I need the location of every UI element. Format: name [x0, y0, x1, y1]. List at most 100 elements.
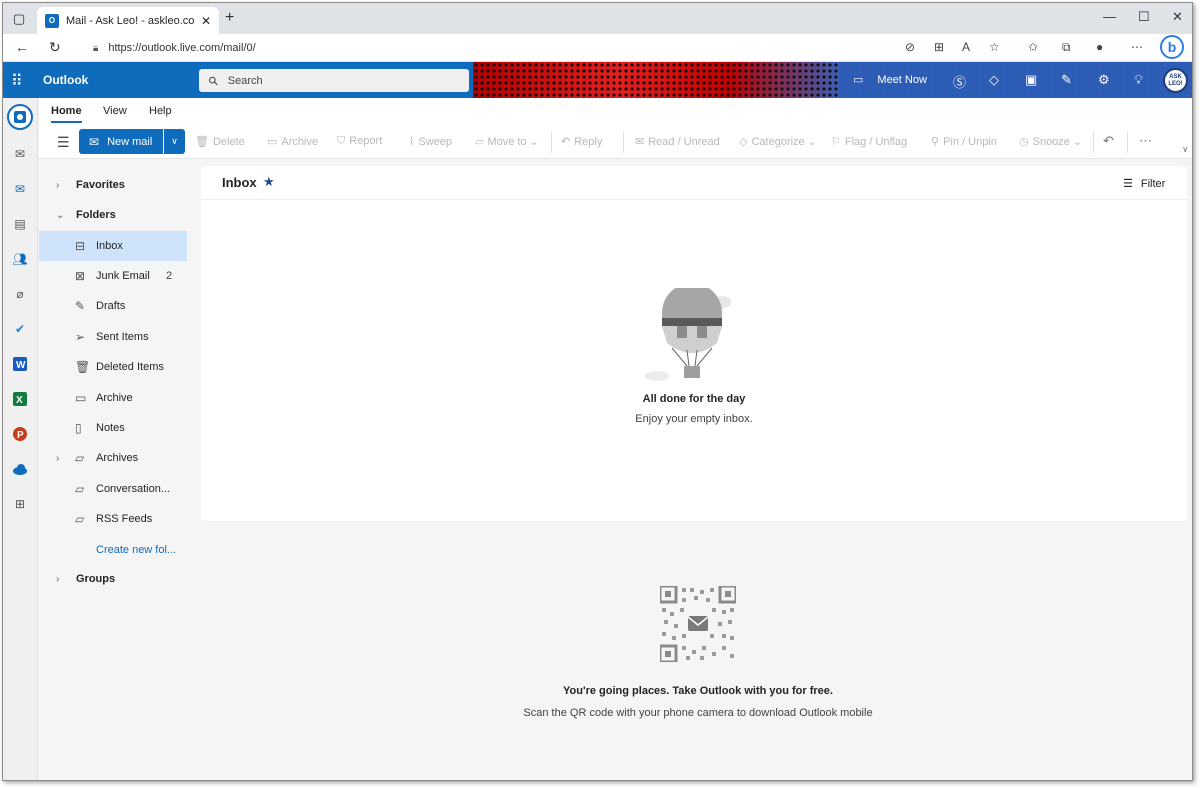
flag-icon: ⚐	[831, 136, 841, 148]
tab-actions-icon[interactable]: ▢	[13, 11, 25, 27]
move-to-button[interactable]: ▱ Move to ⌄	[475, 135, 539, 148]
send-icon: ➢	[75, 330, 86, 344]
folder-notes[interactable]: ▯ Notes	[39, 413, 187, 443]
categorize-button[interactable]: ◇ Categorize ⌄	[739, 135, 817, 148]
filter-button[interactable]: ☰ Filter	[1123, 177, 1165, 190]
shield-icon: ⛉	[337, 135, 346, 147]
folder-junk-email[interactable]: ⊠ Junk Email 2	[39, 261, 187, 291]
onedrive-icon[interactable]	[12, 461, 28, 477]
maximize-icon[interactable]: ☐	[1138, 9, 1150, 25]
my-day-icon[interactable]: ✎	[1061, 72, 1072, 88]
undo-icon[interactable]: ↶	[1103, 133, 1114, 149]
premium-diamond-icon[interactable]: ◇	[989, 72, 999, 88]
pencil-icon: ✎	[75, 299, 86, 313]
flag-button[interactable]: ⚐ Flag / Unflag	[831, 135, 907, 148]
office-icon[interactable]: ▣	[1025, 72, 1037, 88]
delete-button[interactable]: 🗑︎ Delete	[195, 135, 245, 148]
hamburger-menu-icon[interactable]: ☰	[57, 134, 70, 151]
app-launcher-icon[interactable]: ⠿	[11, 71, 23, 91]
powerpoint-icon[interactable]: P	[12, 426, 28, 442]
collections-icon[interactable]: ⧉	[1062, 40, 1071, 55]
favorites-header[interactable]: › Favorites	[39, 170, 187, 200]
divider	[623, 131, 624, 153]
folder-icon: ▱	[75, 512, 85, 526]
tab-view[interactable]: View	[103, 105, 127, 117]
more-options-icon[interactable]: ⋯	[1131, 40, 1143, 54]
read-unread-button[interactable]: ✉ Read / Unread	[635, 135, 720, 148]
close-tab-icon[interactable]: ✕	[201, 14, 211, 28]
envelope-open-icon: ✉	[635, 136, 645, 148]
address-bar[interactable]: 🔒︎ https://outlook.live.com/mail/0/	[83, 37, 1013, 59]
url-text: https://outlook.live.com/mail/0/	[108, 42, 256, 54]
people-icon[interactable]: 👥︎	[12, 251, 28, 267]
tag-icon: ◇	[739, 136, 748, 148]
new-mail-button[interactable]: ✉ New mail ∨	[79, 129, 185, 154]
chevron-down-icon[interactable]: ∨	[163, 129, 185, 154]
meet-now-button[interactable]: ▭ Meet Now	[853, 73, 927, 87]
excel-icon[interactable]: X	[12, 391, 28, 407]
folder-drafts[interactable]: ✎ Drafts	[39, 291, 187, 321]
folder-inbox[interactable]: ⊟ Inbox	[39, 231, 187, 261]
archive-icon: ▭	[75, 391, 87, 405]
close-window-icon[interactable]: ✕	[1172, 9, 1183, 25]
report-button[interactable]: ⛉ Report	[337, 135, 382, 148]
folder-pane: › Favorites ⌄ Folders ⊟ Inbox ⊠ Junk Ema…	[39, 160, 199, 780]
minimize-icon[interactable]: —	[1103, 9, 1116, 24]
groups-header[interactable]: › Groups	[39, 564, 187, 594]
new-tab-icon[interactable]: +	[225, 9, 234, 27]
calendar-icon[interactable]: ▤	[12, 216, 28, 232]
reply-icon: ↶	[561, 136, 571, 148]
back-icon[interactable]: ←	[15, 39, 29, 55]
folder-archive[interactable]: ▭ Archive	[39, 383, 187, 413]
more-commands-icon[interactable]: ⋯	[1139, 133, 1152, 149]
browser-window: ▢ O Mail - Ask Leo! - askleo.com - O… ✕ …	[2, 2, 1193, 781]
pin-button[interactable]: ⚲ Pin / Unpin	[931, 135, 997, 148]
reader-view-icon[interactable]: ⊘	[905, 40, 915, 54]
favorites-icon[interactable]: ✩	[1028, 40, 1038, 54]
folders-header[interactable]: ⌄ Folders	[39, 200, 187, 230]
ribbon-toolbar: ☰ ✉ New mail ∨ 🗑︎ Delete ▭ Archive ⛉ Report…	[39, 124, 1192, 159]
mail-icon[interactable]: ✉	[12, 181, 28, 197]
folder-rss-feeds[interactable]: ▱ RSS Feeds	[39, 504, 187, 534]
folder-deleted-items[interactable]: 🗑︎ Deleted Items	[39, 352, 187, 382]
settings-gear-icon[interactable]: ⚙	[1098, 72, 1110, 88]
archive-button[interactable]: ▭ Archive	[267, 135, 318, 148]
folder-icon: ▱	[75, 482, 85, 496]
word-icon[interactable]: W	[12, 356, 28, 372]
tab-title: Mail - Ask Leo! - askleo.com - O…	[66, 14, 195, 27]
outlook-app-icon[interactable]	[7, 104, 33, 130]
todo-icon[interactable]: ✔	[12, 321, 28, 337]
mail-outline-icon[interactable]: ✉	[12, 146, 28, 162]
folder-archives[interactable]: › ▱ Archives	[39, 443, 187, 473]
tab-help[interactable]: Help	[149, 105, 172, 117]
trash-icon: 🗑︎	[195, 136, 209, 148]
trash-icon: 🗑︎	[75, 360, 91, 374]
profile-icon[interactable]: ●	[1096, 40, 1103, 54]
tab-home[interactable]: Home	[51, 105, 82, 123]
avatar[interactable]: ASK LEO!	[1163, 68, 1188, 93]
reply-button[interactable]: ↶ Reply	[561, 135, 602, 148]
snooze-button[interactable]: ◷ Snooze ⌄	[1019, 135, 1082, 148]
app-name[interactable]: Outlook	[43, 73, 88, 87]
apps-icon[interactable]: ⊞	[934, 40, 944, 54]
lock-icon: 🔒︎	[93, 42, 99, 54]
search-input[interactable]: ⚲ Search	[199, 69, 469, 92]
attachment-icon[interactable]: ⌀	[12, 286, 28, 302]
header-theme-pattern	[473, 62, 839, 98]
skype-icon[interactable]: Ⓢ	[953, 72, 966, 91]
unread-count: 2	[166, 270, 173, 282]
ribbon-expand-icon[interactable]: ∨	[1182, 144, 1189, 155]
more-apps-icon[interactable]: ⊞	[12, 496, 28, 512]
folder-sent-items[interactable]: ➢ Sent Items	[39, 322, 187, 352]
browser-tab[interactable]: O Mail - Ask Leo! - askleo.com - O… ✕	[37, 7, 219, 34]
bing-icon[interactable]: b	[1160, 35, 1184, 59]
create-new-folder-link[interactable]: Create new fol...	[39, 535, 187, 565]
favorite-star-icon[interactable]: ★	[263, 174, 275, 190]
chevron-right-icon: ›	[56, 179, 60, 191]
tips-lightbulb-icon[interactable]: 💡︎	[1134, 72, 1143, 88]
sweep-button[interactable]: ⌇ Sweep	[409, 135, 452, 148]
refresh-icon[interactable]: ↻	[49, 39, 61, 56]
read-aloud-icon[interactable]: A	[962, 40, 970, 54]
add-favorite-icon[interactable]: ☆	[989, 40, 1000, 54]
folder-conversation[interactable]: ▱ Conversation...	[39, 474, 187, 504]
